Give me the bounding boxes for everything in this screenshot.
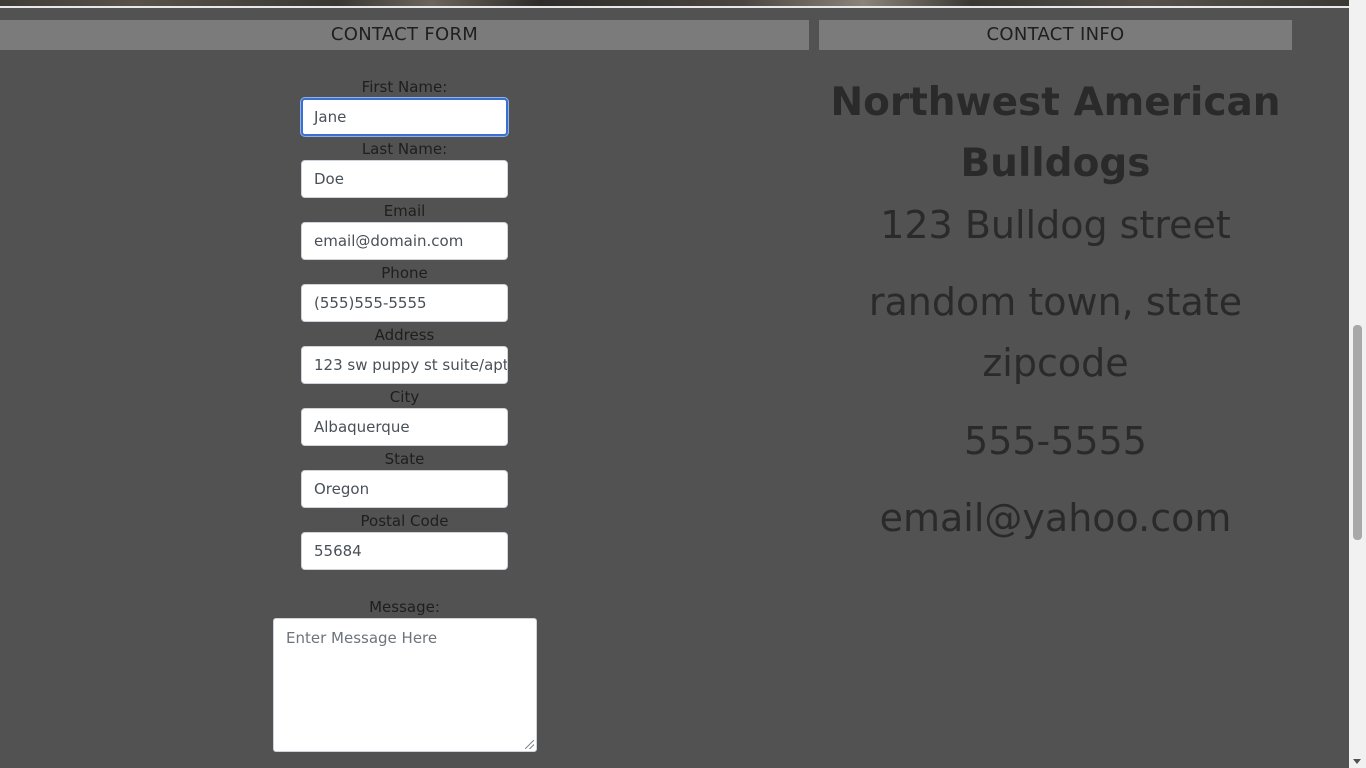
contact-form-header: CONTACT FORM bbox=[0, 20, 809, 50]
scrollbar-thumb[interactable] bbox=[1353, 325, 1362, 540]
state-input[interactable]: Oregon bbox=[301, 470, 508, 508]
message-textarea[interactable]: Enter Message Here bbox=[273, 618, 537, 752]
address-label: Address bbox=[374, 326, 435, 344]
first-name-input[interactable]: Jane bbox=[301, 98, 508, 136]
email-address: email@yahoo.com bbox=[879, 496, 1232, 540]
page: CONTACT FORM CONTACT INFO First Name: Ja… bbox=[0, 0, 1366, 768]
city-label: City bbox=[389, 388, 420, 406]
phone-number: 555-5555 bbox=[964, 419, 1147, 463]
contact-info-header: CONTACT INFO bbox=[819, 20, 1292, 50]
scroll-down-arrow-icon[interactable] bbox=[1353, 759, 1361, 764]
phone-input[interactable]: (555)555-5555 bbox=[301, 284, 508, 322]
postal-code-input[interactable]: 55684 bbox=[301, 532, 508, 570]
phone-label: Phone bbox=[381, 264, 428, 282]
postal-code-label: Postal Code bbox=[360, 512, 449, 530]
last-name-input[interactable]: Doe bbox=[301, 160, 508, 198]
state-label: State bbox=[384, 450, 425, 468]
last-name-label: Last Name: bbox=[361, 140, 448, 158]
email-label: Email bbox=[383, 202, 426, 220]
city-input[interactable]: Albaquerque bbox=[301, 408, 508, 446]
vertical-scrollbar[interactable] bbox=[1349, 0, 1366, 768]
message-label: Message: bbox=[369, 598, 440, 616]
street-address: 123 Bulldog street bbox=[880, 203, 1231, 247]
city-state-zip: random town, state zipcode bbox=[868, 280, 1243, 385]
email-input[interactable]: email@domain.com bbox=[301, 222, 508, 260]
hero-image-strip bbox=[0, 0, 1349, 8]
message-placeholder: Enter Message Here bbox=[286, 629, 438, 647]
first-name-label: First Name: bbox=[361, 78, 448, 96]
resize-grip-icon[interactable] bbox=[525, 740, 534, 749]
business-name: Northwest American Bulldogs bbox=[830, 80, 1281, 186]
address-input[interactable]: 123 sw puppy st suite/apt bbox=[301, 346, 508, 384]
